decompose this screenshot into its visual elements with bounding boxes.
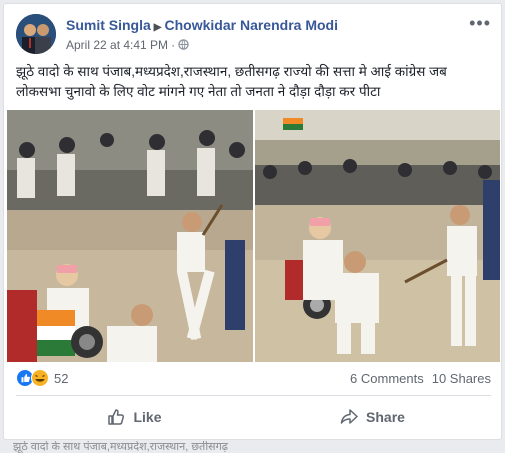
- engagement-counts: 52 6 Comments 10 Shares: [16, 368, 491, 390]
- globe-icon: [178, 39, 189, 50]
- share-button[interactable]: Share: [254, 398, 491, 436]
- shares-count[interactable]: 10 Shares: [432, 371, 491, 386]
- thumbs-up-icon: [108, 409, 125, 425]
- comment-share-counts: 6 Comments 10 Shares: [342, 371, 491, 386]
- post-timestamp[interactable]: April 22 at 4:41 PM: [66, 38, 168, 52]
- like-label: Like: [133, 409, 162, 425]
- separator-dot: ·: [171, 38, 176, 52]
- share-label: Share: [366, 409, 405, 425]
- action-bar: Like Share: [16, 398, 491, 436]
- photo-grid: [7, 110, 500, 362]
- avatar[interactable]: [16, 14, 56, 54]
- reaction-count[interactable]: 52: [54, 371, 68, 386]
- more-options-icon[interactable]: •••: [469, 14, 491, 32]
- author-name[interactable]: Sumit Singla: [66, 17, 151, 33]
- divider: [16, 395, 491, 396]
- share-arrow-icon: [340, 409, 358, 424]
- comments-count[interactable]: 6 Comments: [350, 371, 424, 386]
- like-button[interactable]: Like: [16, 398, 253, 436]
- photo-right[interactable]: [255, 110, 500, 362]
- post-meta: April 22 at 4:41 PM ·: [66, 38, 189, 52]
- post-header: Sumit Singla ▶ Chowkidar Narendra Modi Apr…: [16, 14, 491, 58]
- post-text: झूठे वादो के साथ पंजाब,मध्यप्रदेश,राजस्थ…: [16, 64, 447, 99]
- target-page-name[interactable]: Chowkidar Narendra Modi: [165, 17, 338, 33]
- arrow-right-icon: ▶: [153, 22, 162, 33]
- reaction-icons[interactable]: [16, 369, 50, 387]
- author-line: Sumit Singla ▶ Chowkidar Narendra Modi: [66, 17, 338, 33]
- photo-left[interactable]: [7, 110, 253, 362]
- post-card: Sumit Singla ▶ Chowkidar Narendra Modi Apr…: [3, 3, 502, 440]
- next-post-preview: झूठे वादो के साथ पंजाब,मध्यप्रदेश,राजस्थ…: [13, 441, 228, 453]
